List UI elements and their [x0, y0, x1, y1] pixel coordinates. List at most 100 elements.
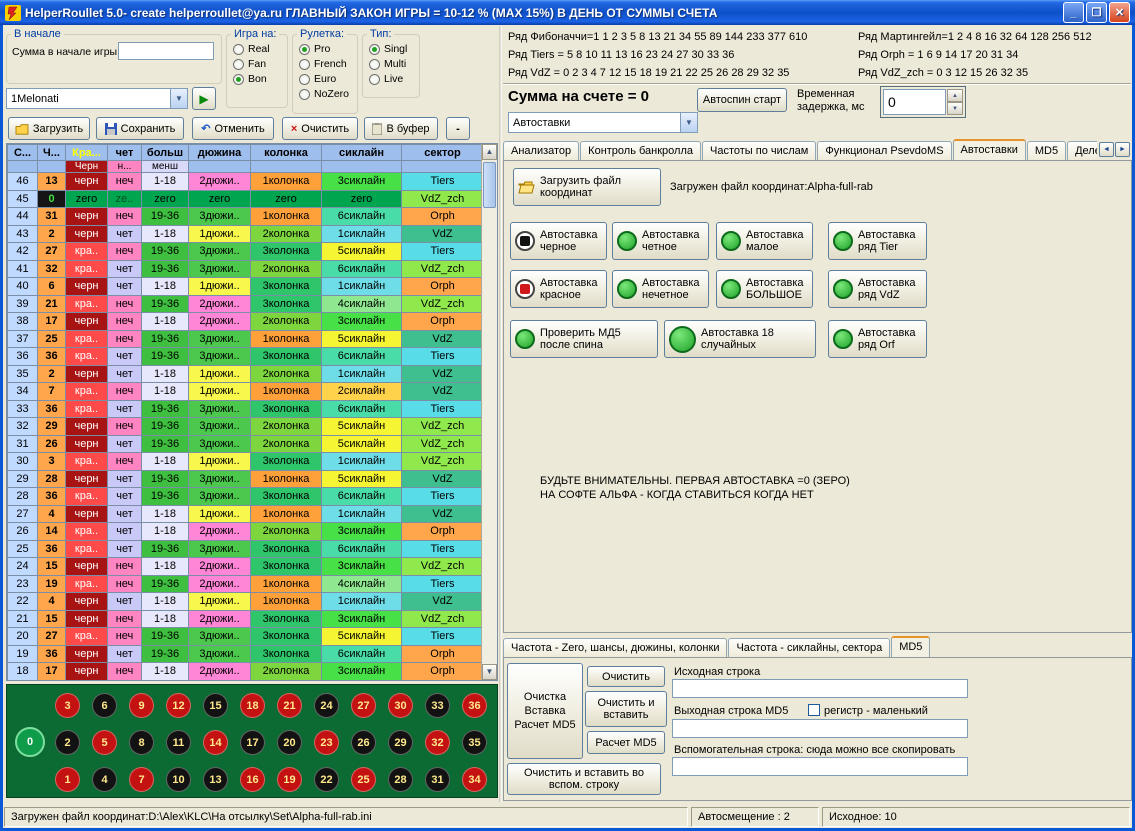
start-button[interactable]: ▶: [192, 87, 216, 110]
autobets-combobox[interactable]: Автоставки ▼: [508, 112, 698, 133]
board-number-6[interactable]: 6: [92, 693, 117, 718]
autobet-row-vdz-button[interactable]: Автоставка ряд VdZ: [828, 270, 927, 308]
board-number-12[interactable]: 12: [166, 693, 191, 718]
copy-to-buffer-button[interactable]: В буфер: [364, 117, 438, 140]
md5-calc-button[interactable]: Расчет MD5: [587, 731, 665, 754]
board-number-29[interactable]: 29: [388, 730, 413, 755]
source-string-input[interactable]: [672, 679, 968, 698]
board-number-34[interactable]: 34: [462, 767, 487, 792]
tab-number-frequencies[interactable]: Частоты по числам: [702, 141, 816, 160]
delay-spinner[interactable]: 0 ▲ ▼: [880, 86, 966, 118]
clear-paste-aux-button[interactable]: Очистить и вставить во вспом. строку: [507, 763, 661, 795]
table-scrollbar[interactable]: ▲ ▼: [481, 144, 497, 680]
history-row[interactable]: 274чернчет1-181дюжи..1колонка1сиклайнVdZ: [8, 505, 484, 523]
check-md5-after-spin-button[interactable]: Проверить МД5 после спина: [510, 320, 658, 358]
history-row[interactable]: 4613черннеч1-182дюжи..1колонка3сиклайнTi…: [8, 173, 484, 191]
start-sum-input[interactable]: [118, 42, 214, 60]
tab-bankroll-control[interactable]: Контроль банкролла: [580, 141, 701, 160]
board-number-9[interactable]: 9: [129, 693, 154, 718]
radio-multi[interactable]: Multi: [369, 58, 417, 70]
chevron-down-icon[interactable]: ▼: [170, 89, 187, 108]
md5-output-input[interactable]: [672, 719, 968, 738]
board-number-0[interactable]: 0: [15, 727, 45, 757]
history-row[interactable]: 3126чернчет19-363дюжи..2колонка5сиклайнV…: [8, 435, 484, 453]
scrollbar-thumb[interactable]: [483, 162, 496, 208]
radio-french[interactable]: French: [299, 58, 355, 70]
undo-button[interactable]: ↶ Отменить: [192, 117, 274, 140]
save-button[interactable]: Сохранить: [96, 117, 184, 140]
history-row[interactable]: 2115черннеч1-182дюжи..3колонка3сиклайнVd…: [8, 610, 484, 628]
load-button[interactable]: Загрузить: [8, 117, 90, 140]
history-row[interactable]: 2415черннеч1-182дюжи..3колонка3сиклайнVd…: [8, 558, 484, 576]
autobet-18-random-button[interactable]: Автоставка 18 случайных: [664, 320, 816, 358]
minus-button[interactable]: -: [446, 117, 470, 140]
board-number-26[interactable]: 26: [351, 730, 376, 755]
history-row[interactable]: 450zeroze..zerozerozerozeroVdZ_zch: [8, 190, 484, 208]
autospin-start-button[interactable]: Автоспин старт: [697, 88, 787, 112]
history-row[interactable]: 2836кра..чет19-363дюжи..3колонка6сиклайн…: [8, 488, 484, 506]
board-number-23[interactable]: 23: [314, 730, 339, 755]
board-number-10[interactable]: 10: [166, 767, 191, 792]
history-row[interactable]: 3817черннеч1-182дюжи..2колонка3сиклайнOr…: [8, 313, 484, 331]
autobet-small-button[interactable]: Автоставка малое: [716, 222, 813, 260]
board-number-3[interactable]: 3: [55, 693, 80, 718]
history-row[interactable]: 303кра..неч1-181дюжи..3колонка1сиклайнVd…: [8, 453, 484, 471]
radio-nozero[interactable]: NoZero: [299, 88, 355, 100]
history-row[interactable]: 2614кра..чет1-182дюжи..2колонка3сиклайнO…: [8, 523, 484, 541]
board-number-1[interactable]: 1: [55, 767, 80, 792]
board-number-24[interactable]: 24: [314, 693, 339, 718]
history-row[interactable]: 1716кра..чет1-182дюжи..1колонка3сиклайнT…: [8, 680, 484, 681]
autobet-odd-button[interactable]: Автоставка нечетное: [612, 270, 709, 308]
board-number-5[interactable]: 5: [92, 730, 117, 755]
radio-live[interactable]: Live: [369, 73, 417, 85]
board-number-36[interactable]: 36: [462, 693, 487, 718]
board-number-16[interactable]: 16: [240, 767, 265, 792]
clear-paste-calc-md5-button[interactable]: Очистка Вставка Расчет MD5: [507, 663, 583, 759]
autobet-row-orf-button[interactable]: Автоставка ряд Orf: [828, 320, 927, 358]
tab-md5-panel[interactable]: MD5: [891, 636, 930, 657]
tab-division[interactable]: Делени: [1067, 141, 1097, 160]
radio-bon[interactable]: Bon: [233, 73, 285, 85]
autobet-even-button[interactable]: Автоставка четное: [612, 222, 709, 260]
history-row[interactable]: 406чернчет1-181дюжи..3колонка1сиклайнOrp…: [8, 278, 484, 296]
board-number-21[interactable]: 21: [277, 693, 302, 718]
tab-autobets[interactable]: Автоставки: [953, 139, 1026, 160]
history-row[interactable]: 432чернчет1-181дюжи..2колонка1сиклайнVdZ: [8, 225, 484, 243]
board-number-14[interactable]: 14: [203, 730, 228, 755]
autobet-big-button[interactable]: Автоставка БОЛЬШОЕ: [716, 270, 813, 308]
history-row[interactable]: 1817черннеч1-182дюжи..2колонка3сиклайнOr…: [8, 663, 484, 681]
board-number-7[interactable]: 7: [129, 767, 154, 792]
board-number-17[interactable]: 17: [240, 730, 265, 755]
minimize-button[interactable]: _: [1063, 2, 1084, 23]
board-number-27[interactable]: 27: [351, 693, 376, 718]
history-row[interactable]: 3636кра..чет19-363дюжи..3колонка6сиклайн…: [8, 348, 484, 366]
board-number-32[interactable]: 32: [425, 730, 450, 755]
spinner-down-arrow[interactable]: ▼: [947, 102, 963, 115]
chevron-down-icon[interactable]: ▼: [680, 113, 697, 132]
history-row[interactable]: 3336кра..чет19-363дюжи..3колонка6сиклайн…: [8, 400, 484, 418]
scroll-up-arrow[interactable]: ▲: [482, 144, 497, 160]
board-number-15[interactable]: 15: [203, 693, 228, 718]
history-row[interactable]: 4431черннеч19-363дюжи..1колонка6сиклайнO…: [8, 208, 484, 226]
autobet-red-button[interactable]: Автоставка красное: [510, 270, 607, 308]
board-number-25[interactable]: 25: [351, 767, 376, 792]
history-row[interactable]: 3725кра..неч19-363дюжи..1колонка5сиклайн…: [8, 330, 484, 348]
board-number-19[interactable]: 19: [277, 767, 302, 792]
tabs-scroll-right-button[interactable]: ►: [1115, 142, 1130, 157]
history-row[interactable]: 1936чернчет19-363дюжи..3колонка6сиклайнO…: [8, 645, 484, 663]
history-row[interactable]: 4227кра..неч19-363дюжи..3колонка5сиклайн…: [8, 243, 484, 261]
close-button[interactable]: ✕: [1109, 2, 1130, 23]
history-row[interactable]: 224чернчет1-181дюжи..1колонка1сиклайнVdZ: [8, 593, 484, 611]
tab-freq-sixlines-sectors[interactable]: Частота - сиклайны, сектора: [728, 638, 890, 657]
radio-fan[interactable]: Fan: [233, 58, 285, 70]
tab-pseudoms[interactable]: Функционал PsevdoMS: [817, 141, 951, 160]
history-row[interactable]: 347кра..неч1-181дюжи..1колонка2сиклайнVd…: [8, 383, 484, 401]
history-row[interactable]: 352чернчет1-181дюжи..2колонка1сиклайнVdZ: [8, 365, 484, 383]
preset-combobox[interactable]: 1Melonati ▼: [6, 88, 188, 109]
radio-pro[interactable]: Pro: [299, 43, 355, 55]
board-number-33[interactable]: 33: [425, 693, 450, 718]
board-number-30[interactable]: 30: [388, 693, 413, 718]
spinner-up-arrow[interactable]: ▲: [947, 89, 963, 102]
history-row[interactable]: 4132кра..чет19-363дюжи..2колонка6сиклайн…: [8, 260, 484, 278]
radio-euro[interactable]: Euro: [299, 73, 355, 85]
